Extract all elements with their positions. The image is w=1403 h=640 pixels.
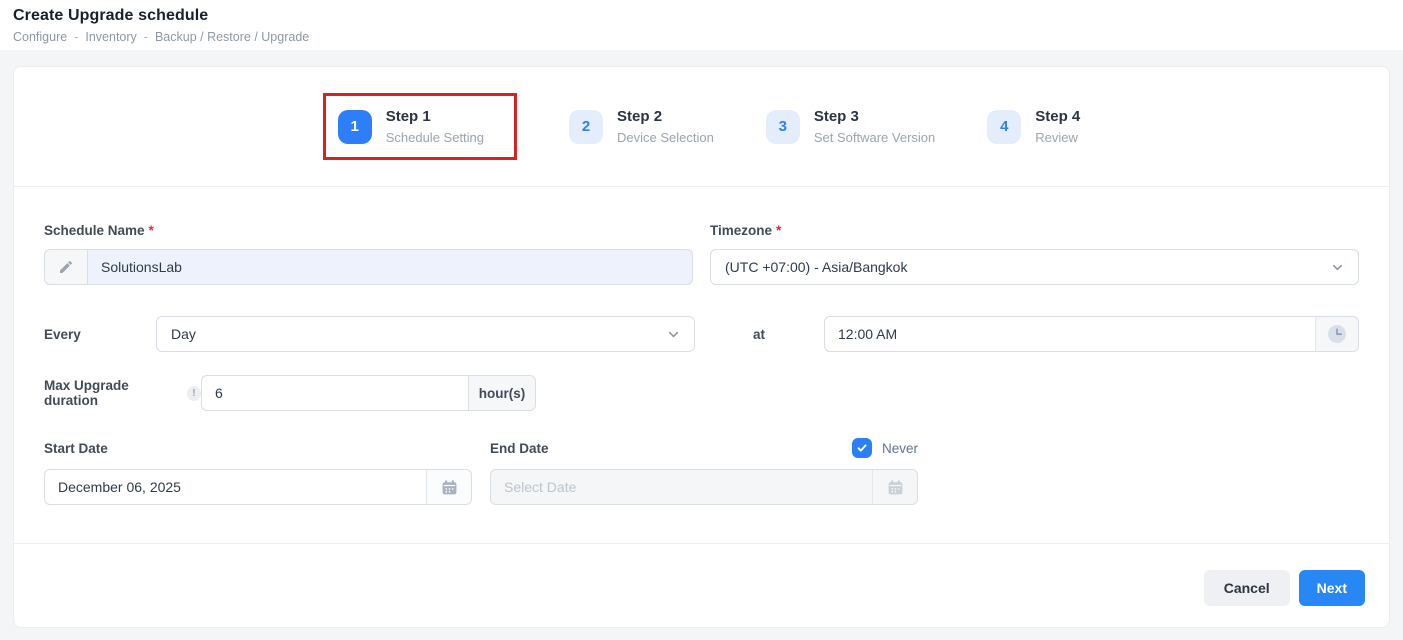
clock-icon bbox=[1327, 324, 1347, 344]
step-2-title: Step 2 bbox=[617, 108, 714, 127]
calendar-icon bbox=[441, 479, 458, 496]
step-2-badge: 2 bbox=[569, 110, 603, 144]
check-icon bbox=[856, 442, 868, 454]
every-label: Every bbox=[44, 327, 156, 342]
end-date-field: End Date Never bbox=[490, 438, 918, 505]
required-asterisk: * bbox=[149, 223, 154, 238]
start-date-label: Start Date bbox=[44, 441, 108, 456]
never-checkbox-group: Never bbox=[852, 438, 918, 458]
step-4-title: Step 4 bbox=[1035, 108, 1080, 127]
required-asterisk: * bbox=[776, 223, 781, 238]
time-field bbox=[824, 316, 1359, 352]
step-3-subtitle: Set Software Version bbox=[814, 130, 935, 145]
time-picker-addon[interactable] bbox=[1315, 316, 1359, 352]
page-title: Create Upgrade schedule bbox=[13, 7, 1403, 25]
timezone-label: Timezone * bbox=[710, 223, 1359, 238]
chevron-down-icon bbox=[667, 328, 680, 341]
pencil-icon bbox=[58, 259, 74, 275]
start-date-input[interactable] bbox=[44, 469, 426, 505]
form-footer: Cancel Next bbox=[14, 543, 1389, 627]
wizard-stepper: 1 Step 1 Schedule Setting 2 Step 2 Devic… bbox=[14, 67, 1389, 187]
breadcrumb-separator: - bbox=[144, 30, 148, 44]
schedule-name-edit-addon bbox=[44, 249, 87, 285]
end-date-input[interactable] bbox=[490, 469, 872, 505]
step-4-subtitle: Review bbox=[1035, 130, 1080, 145]
timezone-select[interactable]: (UTC +07:00) - Asia/Bangkok bbox=[710, 249, 1359, 285]
end-date-label: End Date bbox=[490, 441, 549, 456]
start-date-picker-addon[interactable] bbox=[426, 469, 472, 505]
max-upgrade-duration-input[interactable] bbox=[201, 375, 468, 411]
time-input[interactable] bbox=[824, 316, 1315, 352]
start-date-field: Start Date bbox=[44, 438, 472, 505]
info-icon[interactable]: ! bbox=[187, 386, 201, 401]
step-4-badge: 4 bbox=[987, 110, 1021, 144]
breadcrumb-item-configure[interactable]: Configure bbox=[13, 30, 67, 44]
stepper-step-2[interactable]: 2 Step 2 Device Selection bbox=[569, 108, 714, 145]
never-checkbox[interactable] bbox=[852, 438, 872, 458]
timezone-selected-value: (UTC +07:00) - Asia/Bangkok bbox=[725, 259, 907, 275]
page-header: Create Upgrade schedule Configure - Inve… bbox=[0, 0, 1403, 50]
step-1-badge: 1 bbox=[338, 110, 372, 144]
never-checkbox-label: Never bbox=[882, 441, 918, 456]
every-select[interactable]: Day bbox=[156, 316, 695, 352]
breadcrumb-item-inventory[interactable]: Inventory bbox=[85, 30, 136, 44]
stepper-step-3[interactable]: 3 Step 3 Set Software Version bbox=[766, 108, 935, 145]
schedule-name-input[interactable] bbox=[87, 249, 693, 285]
schedule-name-field: Schedule Name * bbox=[44, 223, 693, 285]
next-button[interactable]: Next bbox=[1299, 570, 1365, 606]
stepper-step-1[interactable]: 1 Step 1 Schedule Setting bbox=[338, 108, 484, 145]
calendar-icon bbox=[887, 479, 904, 496]
end-date-picker-addon[interactable] bbox=[872, 469, 918, 505]
step-3-title: Step 3 bbox=[814, 108, 935, 127]
timezone-field: Timezone * (UTC +07:00) - Asia/Bangkok bbox=[710, 223, 1359, 285]
step-3-badge: 3 bbox=[766, 110, 800, 144]
breadcrumb: Configure - Inventory - Backup / Restore… bbox=[13, 30, 1403, 44]
schedule-setting-form: Schedule Name * Timezone * bbox=[14, 187, 1389, 543]
step-1-highlight-annotation: 1 Step 1 Schedule Setting bbox=[323, 93, 517, 160]
duration-unit-addon: hour(s) bbox=[468, 375, 536, 411]
breadcrumb-item-backup-restore-upgrade[interactable]: Backup / Restore / Upgrade bbox=[155, 30, 309, 44]
chevron-down-icon bbox=[1331, 261, 1344, 274]
stepper-step-4[interactable]: 4 Step 4 Review bbox=[987, 108, 1080, 145]
step-1-subtitle: Schedule Setting bbox=[386, 130, 484, 145]
breadcrumb-separator: - bbox=[74, 30, 78, 44]
every-selected-value: Day bbox=[171, 326, 196, 342]
cancel-button[interactable]: Cancel bbox=[1204, 570, 1290, 606]
create-upgrade-schedule-card: 1 Step 1 Schedule Setting 2 Step 2 Devic… bbox=[13, 66, 1390, 628]
step-2-subtitle: Device Selection bbox=[617, 130, 714, 145]
step-1-title: Step 1 bbox=[386, 108, 484, 127]
max-upgrade-duration-label: Max Upgrade duration ! bbox=[44, 378, 201, 408]
schedule-name-label: Schedule Name * bbox=[44, 223, 693, 238]
at-label: at bbox=[695, 327, 824, 342]
